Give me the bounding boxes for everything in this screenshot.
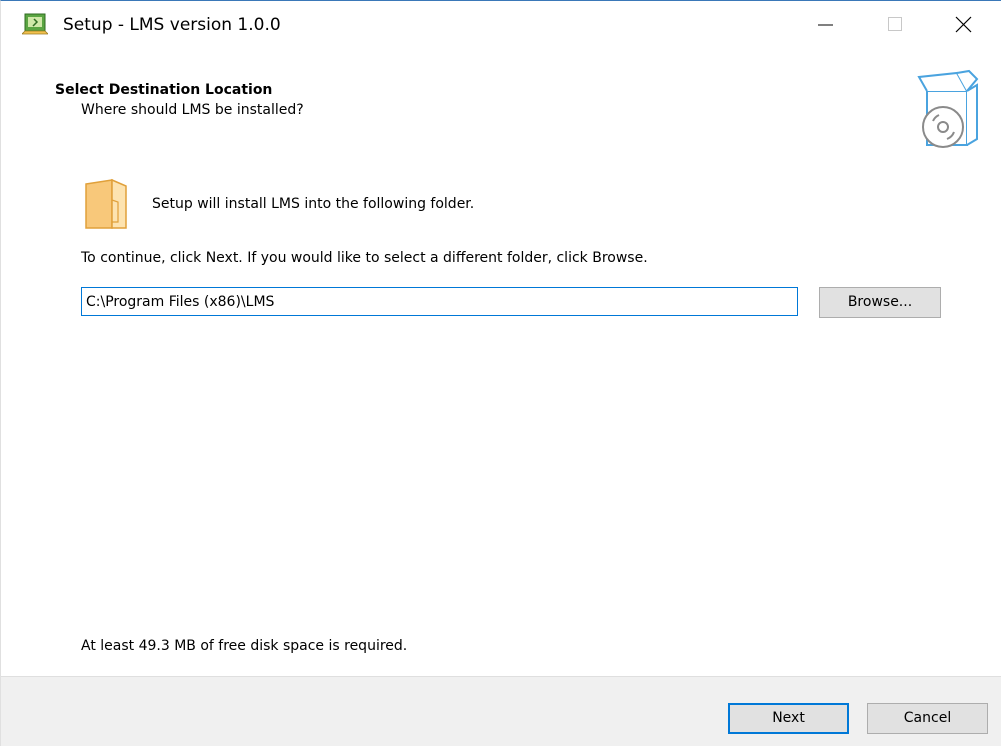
continue-instructions: To continue, click Next. If you would li… [81,250,648,266]
close-icon [955,16,972,33]
maximize-icon [888,17,902,31]
next-button[interactable]: Next [728,703,849,734]
page-subtitle: Where should LMS be installed? [81,102,304,118]
browse-button[interactable]: Browse... [819,287,941,318]
destination-path-input[interactable] [81,287,798,316]
folder-icon [84,178,128,230]
title-bar[interactable]: Setup - LMS version 1.0.0 [1,1,1001,47]
cancel-button[interactable]: Cancel [867,703,988,734]
close-button[interactable] [930,1,998,47]
page-title: Select Destination Location [55,82,273,98]
maximize-button[interactable] [863,1,931,47]
setup-app-icon [21,13,49,35]
window-title: Setup - LMS version 1.0.0 [63,15,281,35]
minimize-icon [818,24,833,26]
setup-window: Setup - LMS version 1.0.0 Select Destina… [0,0,1001,746]
disk-space-requirement: At least 49.3 MB of free disk space is r… [81,638,408,654]
minimize-button[interactable] [794,1,862,47]
software-box-icon [917,69,979,153]
button-bar: Next Cancel [1,676,1001,746]
install-info-text: Setup will install LMS into the followin… [152,196,475,212]
